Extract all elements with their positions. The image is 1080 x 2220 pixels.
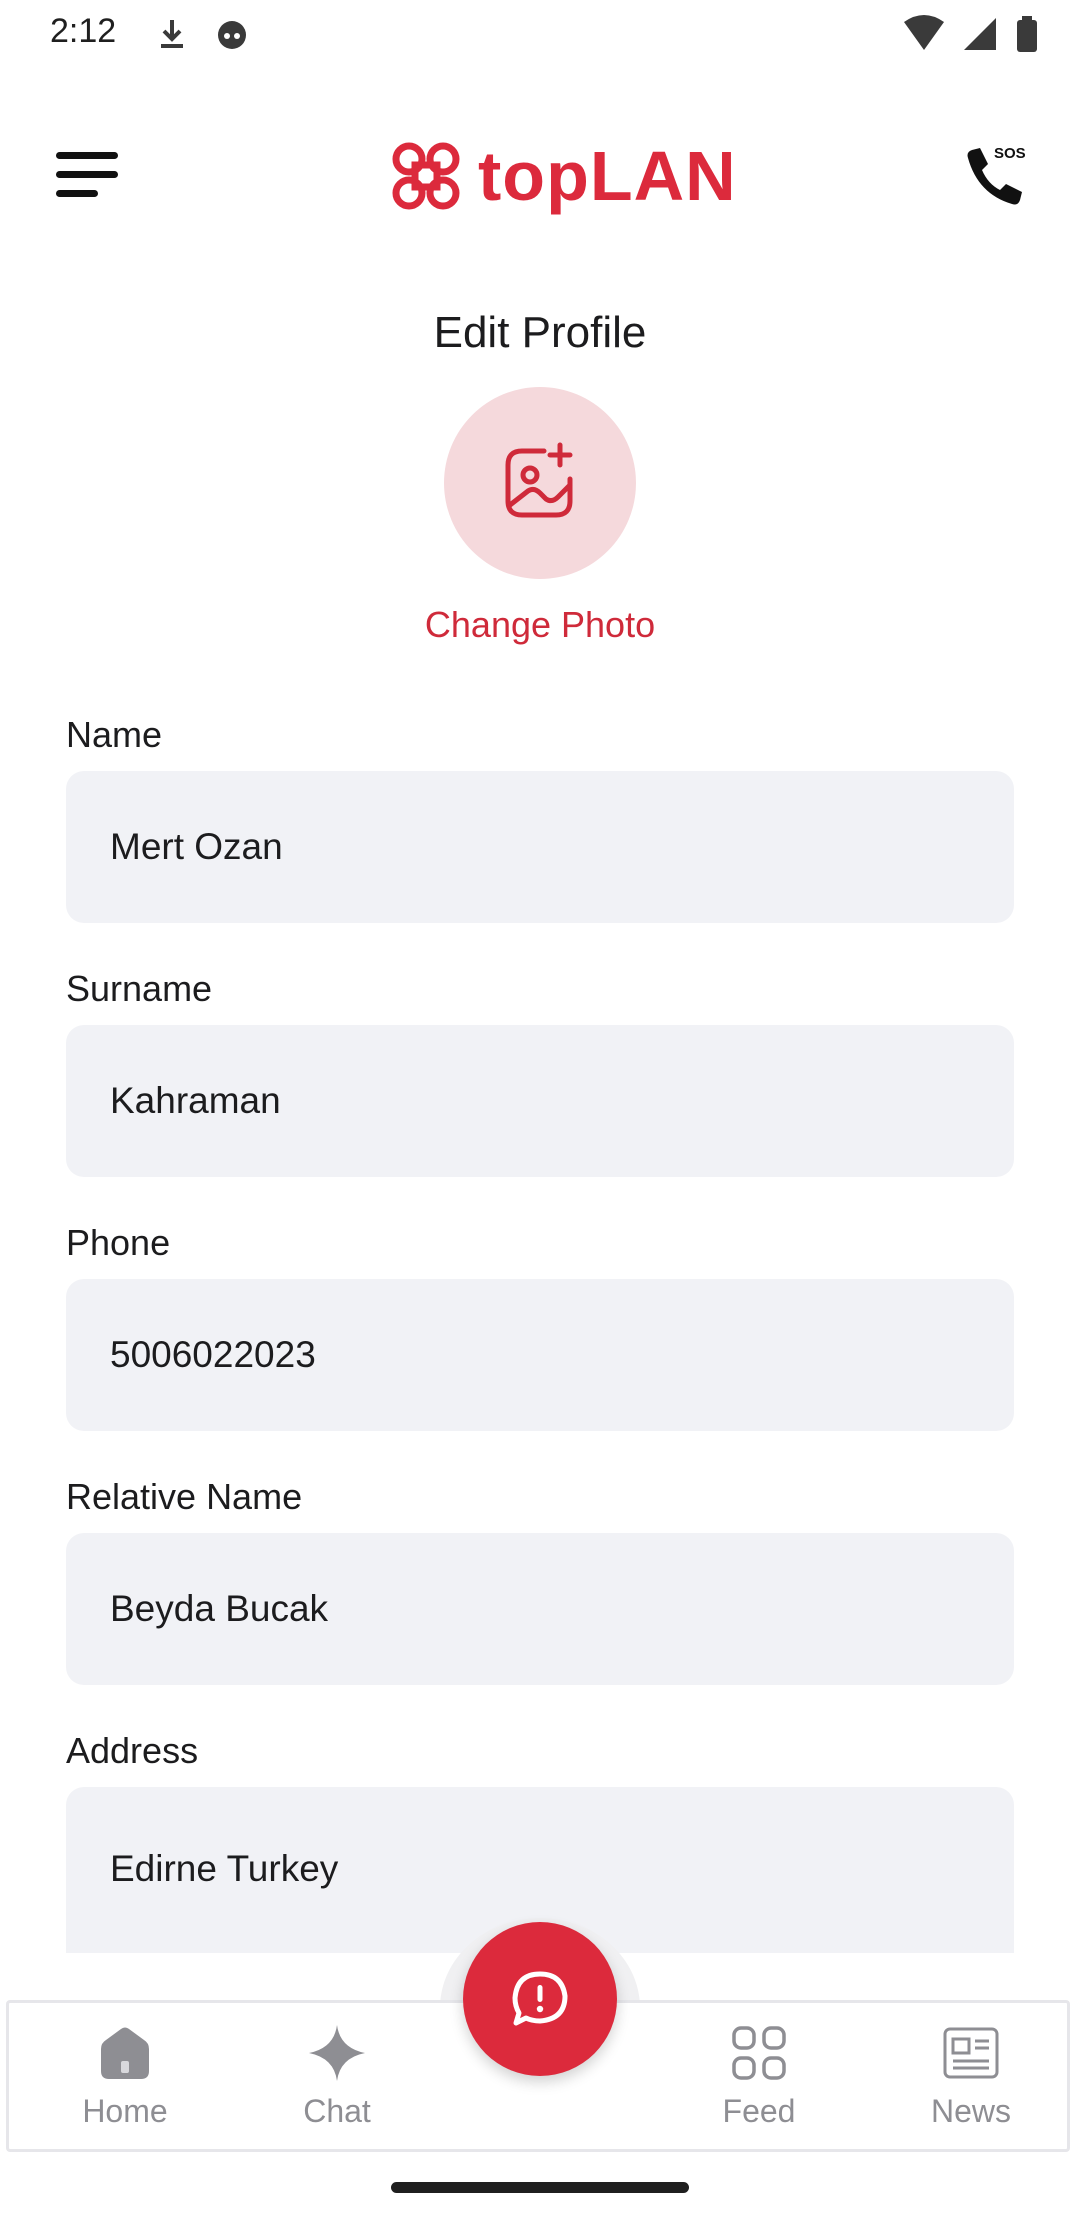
edit-profile-screen: 2:12 topLAN SOS Edit Profile Change Phot… <box>0 0 1080 2220</box>
phone-field[interactable] <box>66 1279 1014 1431</box>
nav-item-home[interactable]: Home <box>35 2023 215 2130</box>
home-indicator[interactable] <box>391 2182 689 2193</box>
newspaper-icon <box>943 2027 999 2079</box>
surname-label: Surname <box>66 968 213 1009</box>
nav-item-chat[interactable]: Chat <box>247 2023 427 2130</box>
relative-name-label: Relative Name <box>66 1476 303 1517</box>
name-field[interactable] <box>66 771 1014 923</box>
nav-label-news: News <box>930 2093 1011 2129</box>
nav-label-chat: Chat <box>303 2093 371 2129</box>
phone-label: Phone <box>66 1222 171 1263</box>
alert-chat-icon <box>512 1971 568 2026</box>
nav-label-home: Home <box>82 2093 168 2129</box>
relative-name-field[interactable] <box>66 1533 1014 1685</box>
grid-icon <box>732 2026 786 2080</box>
address-label: Address <box>66 1730 199 1771</box>
home-icon <box>101 2027 149 2079</box>
report-fab-button[interactable] <box>463 1922 617 2076</box>
nav-item-news[interactable]: News <box>881 2023 1061 2130</box>
name-label: Name <box>66 714 163 755</box>
sparkle-icon <box>309 2025 365 2081</box>
surname-field[interactable] <box>66 1025 1014 1177</box>
nav-item-feed[interactable]: Feed <box>669 2023 849 2130</box>
profile-form: Name Surname Phone Relative Name Address <box>0 0 1080 1953</box>
nav-label-feed: Feed <box>722 2093 796 2129</box>
